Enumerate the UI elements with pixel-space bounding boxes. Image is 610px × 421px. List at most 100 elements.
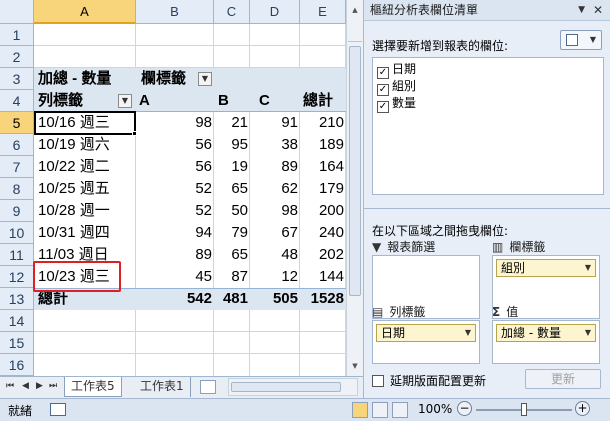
- grand-total-total[interactable]: 1528: [300, 288, 344, 310]
- zoom-slider-thumb[interactable]: [521, 403, 527, 416]
- row-header-1[interactable]: 1: [0, 24, 34, 46]
- value-total[interactable]: 210: [300, 112, 344, 134]
- row-labels-zone[interactable]: 日期 ▼: [372, 320, 480, 364]
- row-header-4[interactable]: 4: [0, 90, 34, 112]
- row-header-5[interactable]: 5: [0, 112, 34, 134]
- value-total[interactable]: 240: [300, 222, 344, 244]
- value-total[interactable]: 200: [300, 200, 344, 222]
- defer-update-checkbox[interactable]: [372, 375, 384, 387]
- field-item-date[interactable]: ✓ 日期: [377, 62, 416, 79]
- last-sheet-icon[interactable]: ⏭: [49, 381, 57, 391]
- fill-handle[interactable]: [132, 131, 137, 136]
- column-header-a[interactable]: A: [34, 0, 136, 24]
- value-c[interactable]: 67: [250, 222, 298, 244]
- field-item-group[interactable]: ✓ 組別: [377, 79, 416, 96]
- value-total[interactable]: 179: [300, 178, 344, 200]
- value-a[interactable]: 45: [136, 266, 212, 288]
- row-label[interactable]: 10/19 週六: [38, 134, 110, 156]
- zoom-in-icon[interactable]: +: [575, 401, 590, 416]
- row-header-13[interactable]: 13: [0, 288, 34, 310]
- column-labels-filter-button[interactable]: ▼: [198, 72, 212, 86]
- value-a[interactable]: 94: [136, 222, 212, 244]
- value-a[interactable]: 98: [136, 112, 212, 134]
- value-c[interactable]: 62: [250, 178, 298, 200]
- value-c[interactable]: 48: [250, 244, 298, 266]
- field-checkbox-date[interactable]: ✓: [377, 67, 389, 79]
- horizontal-scrollbar-thumb[interactable]: [231, 382, 341, 392]
- next-sheet-icon[interactable]: ▶: [36, 381, 43, 391]
- row-header-8[interactable]: 8: [0, 178, 34, 200]
- value-b[interactable]: 79: [214, 222, 248, 244]
- scroll-up-arrow-icon[interactable]: ▲: [348, 2, 362, 18]
- values-zone[interactable]: 加總 - 數量 ▼: [492, 320, 600, 364]
- row-header-15[interactable]: 15: [0, 332, 34, 354]
- first-sheet-icon[interactable]: ⏮: [6, 381, 14, 391]
- insert-sheet-icon[interactable]: [200, 380, 216, 394]
- select-all-corner[interactable]: [0, 0, 34, 24]
- value-b[interactable]: 65: [214, 244, 248, 266]
- zoom-out-icon[interactable]: −: [457, 401, 472, 416]
- grand-total-b[interactable]: 481: [214, 288, 248, 310]
- row-field-chip[interactable]: 日期 ▼: [376, 324, 476, 342]
- value-a[interactable]: 56: [136, 134, 212, 156]
- value-a[interactable]: 52: [136, 178, 212, 200]
- grand-total-a[interactable]: 542: [136, 288, 212, 310]
- column-header-e[interactable]: E: [300, 0, 346, 24]
- zoom-level[interactable]: 100%: [418, 402, 452, 416]
- panel-menu-chevron-icon[interactable]: ▼: [578, 0, 585, 21]
- row-label[interactable]: 10/22 週二: [38, 156, 110, 178]
- row-labels-filter-button[interactable]: ▼: [118, 94, 132, 108]
- value-b[interactable]: 19: [214, 156, 248, 178]
- row-header-10[interactable]: 10: [0, 222, 34, 244]
- value-c[interactable]: 12: [250, 266, 298, 288]
- update-button[interactable]: 更新: [525, 369, 601, 389]
- value-a[interactable]: 56: [136, 156, 212, 178]
- scroll-down-arrow-icon[interactable]: ▼: [348, 358, 362, 374]
- value-b[interactable]: 95: [214, 134, 248, 156]
- page-break-preview-icon[interactable]: [392, 402, 408, 418]
- value-total[interactable]: 202: [300, 244, 344, 266]
- worksheet-grid[interactable]: A B C D E 1 2 3 4 5 6 7 8 9 10 11 12 13 …: [0, 0, 346, 376]
- field-item-quantity[interactable]: ✓ 數量: [377, 96, 416, 113]
- layout-options-button[interactable]: ▼: [560, 30, 602, 50]
- value-b[interactable]: 21: [214, 112, 248, 134]
- split-box[interactable]: [348, 20, 362, 42]
- row-header-16[interactable]: 16: [0, 354, 34, 376]
- panel-close-icon[interactable]: ✕: [593, 0, 603, 21]
- value-a[interactable]: 89: [136, 244, 212, 266]
- value-b[interactable]: 50: [214, 200, 248, 222]
- values-field-chip[interactable]: 加總 - 數量 ▼: [496, 324, 596, 342]
- column-header-c[interactable]: C: [214, 0, 250, 24]
- tab-sheet1[interactable]: 工作表1: [134, 377, 191, 397]
- value-c[interactable]: 38: [250, 134, 298, 156]
- row-header-12[interactable]: 12: [0, 266, 34, 288]
- value-b[interactable]: 87: [214, 266, 248, 288]
- value-total[interactable]: 189: [300, 134, 344, 156]
- row-header-6[interactable]: 6: [0, 134, 34, 156]
- row-header-2[interactable]: 2: [0, 46, 34, 68]
- value-b[interactable]: 65: [214, 178, 248, 200]
- macro-record-icon[interactable]: [50, 403, 66, 416]
- value-c[interactable]: 91: [250, 112, 298, 134]
- prev-sheet-icon[interactable]: ◀: [22, 381, 29, 391]
- scrollbar-thumb[interactable]: [349, 46, 361, 296]
- row-header-9[interactable]: 9: [0, 200, 34, 222]
- value-total[interactable]: 144: [300, 266, 344, 288]
- tab-sheet5[interactable]: 工作表5: [64, 377, 122, 397]
- column-field-chip[interactable]: 組別 ▼: [496, 259, 596, 277]
- grand-total-c[interactable]: 505: [250, 288, 298, 310]
- row-label[interactable]: 10/31 週四: [38, 222, 110, 244]
- defer-update-option[interactable]: 延期版面配置更新: [372, 372, 486, 389]
- row-label[interactable]: 10/28 週一: [38, 200, 110, 222]
- value-total[interactable]: 164: [300, 156, 344, 178]
- column-header-b[interactable]: B: [136, 0, 214, 24]
- row-header-7[interactable]: 7: [0, 156, 34, 178]
- row-header-3[interactable]: 3: [0, 68, 34, 90]
- value-c[interactable]: 98: [250, 200, 298, 222]
- row-label[interactable]: 10/25 週五: [38, 178, 110, 200]
- row-header-14[interactable]: 14: [0, 310, 34, 332]
- normal-view-icon[interactable]: [352, 402, 368, 418]
- horizontal-scrollbar[interactable]: [228, 378, 358, 396]
- row-header-11[interactable]: 11: [0, 244, 34, 266]
- value-a[interactable]: 52: [136, 200, 212, 222]
